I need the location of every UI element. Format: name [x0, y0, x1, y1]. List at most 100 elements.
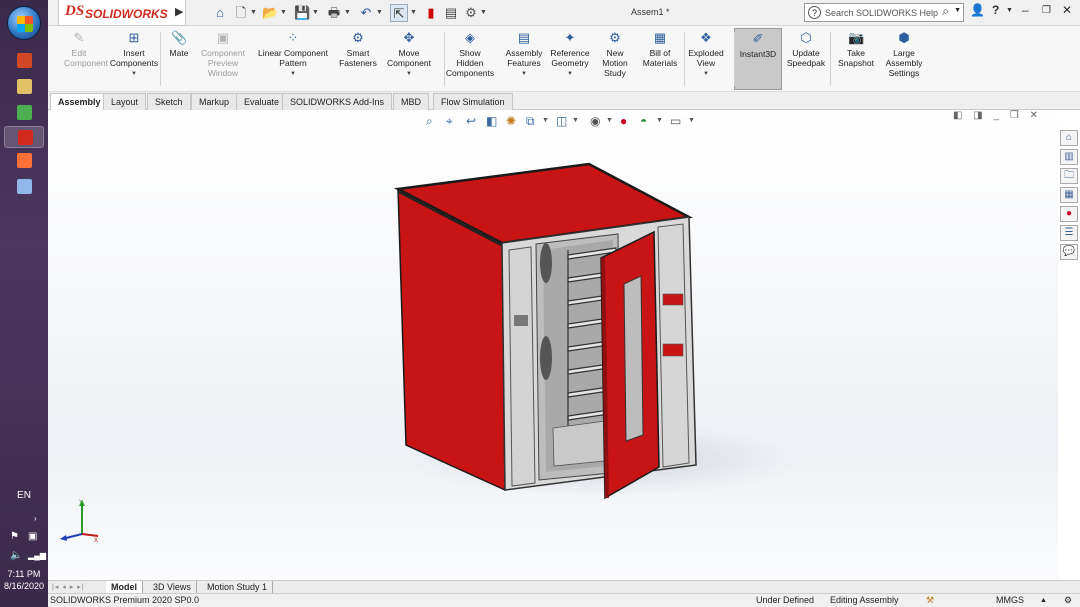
- file-properties-icon[interactable]: ▤: [444, 4, 458, 22]
- forum-icon[interactable]: 💬: [1060, 244, 1078, 260]
- tab-markup[interactable]: Markup: [191, 93, 238, 110]
- previous-view-icon[interactable]: ↩: [466, 114, 476, 128]
- show-hidden-icons-icon[interactable]: ›: [34, 514, 37, 523]
- hide-show-items-icon[interactable]: ◉: [590, 114, 600, 128]
- large-assembly-settings-button[interactable]: ⬢ Large Assembly Settings: [882, 28, 926, 90]
- hide-show-dropdown-icon[interactable]: ▼: [606, 117, 613, 124]
- taskbar-app-chrome[interactable]: [4, 102, 44, 124]
- help-dropdown-icon[interactable]: ▼: [1006, 7, 1013, 14]
- user-icon[interactable]: 👤: [970, 3, 985, 17]
- select-dropdown-icon[interactable]: ▼: [410, 4, 417, 22]
- units-dropdown-icon[interactable]: ▲: [1040, 594, 1047, 607]
- print-dropdown-icon[interactable]: ▼: [344, 4, 351, 22]
- flag-icon[interactable]: ⚑: [10, 531, 19, 542]
- instant3d-button[interactable]: ✐ Instant3D: [734, 28, 782, 90]
- language-indicator[interactable]: EN: [0, 490, 48, 501]
- search-icon[interactable]: ⌕: [942, 4, 949, 19]
- undo-dropdown-icon[interactable]: ▼: [376, 4, 383, 22]
- restore-icon[interactable]: ❐: [1042, 5, 1051, 16]
- take-snapshot-button[interactable]: 📷 Take Snapshot: [836, 28, 876, 90]
- panel-left-icon[interactable]: ◧: [953, 110, 962, 121]
- viewport-minimize-icon[interactable]: _: [994, 110, 1000, 121]
- print-icon[interactable]: 🖶: [326, 4, 342, 22]
- view-orientation-icon[interactable]: ⧉: [526, 114, 535, 129]
- view-settings-dropdown-icon[interactable]: ▼: [688, 117, 695, 124]
- taskbar-app-solidworks[interactable]: [4, 126, 44, 148]
- start-button[interactable]: [7, 6, 41, 40]
- show-hidden-components-button[interactable]: ◈ Show Hidden Components: [444, 28, 496, 90]
- taskbar-app-powerpoint[interactable]: [4, 50, 44, 72]
- volume-icon[interactable]: 🔈: [10, 550, 22, 561]
- bill-of-materials-button[interactable]: ▦ Bill of Materials: [640, 28, 680, 90]
- section-view-icon[interactable]: ◧: [486, 114, 497, 128]
- new-motion-study-button[interactable]: ⚙ New Motion Study: [598, 28, 632, 90]
- update-speedpak-button[interactable]: ⬡ Update Speedpak: [784, 28, 828, 90]
- menu-expand-arrow-icon[interactable]: ▶: [175, 5, 185, 21]
- options-gear-icon[interactable]: ⚙: [464, 4, 478, 22]
- control-lower[interactable]: [662, 343, 684, 357]
- options-dropdown-icon[interactable]: ▼: [480, 4, 487, 22]
- undo-icon[interactable]: ↶: [358, 4, 374, 22]
- reference-geometry-button[interactable]: ✦ Reference Geometry ▼: [548, 28, 592, 90]
- tab-evaluate[interactable]: Evaluate: [236, 93, 288, 110]
- appearances-icon[interactable]: ●: [1060, 206, 1078, 222]
- tab-flow-simulation[interactable]: Flow Simulation: [433, 93, 513, 110]
- apply-scene-icon[interactable]: ◓: [640, 114, 647, 128]
- display-style-dropdown-icon[interactable]: ▼: [572, 117, 579, 124]
- custom-properties-icon[interactable]: ☰: [1060, 225, 1078, 241]
- close-icon[interactable]: ✕: [1062, 3, 1072, 17]
- status-notification-icon[interactable]: ⚙: [1064, 594, 1072, 607]
- home-icon[interactable]: ⌂: [212, 4, 228, 22]
- file-explorer-icon[interactable]: 🗀: [1060, 168, 1078, 184]
- tab-scroll-arrows-icon[interactable]: |◂ ◂ ▸ ▸|: [52, 583, 85, 591]
- cabinet-model[interactable]: [48, 110, 1058, 580]
- control-upper[interactable]: [662, 293, 684, 306]
- status-units[interactable]: MMGS: [996, 594, 1024, 607]
- apply-scene-dropdown-icon[interactable]: ▼: [656, 117, 663, 124]
- dropdown-arrow-icon[interactable]: ▼: [502, 69, 546, 79]
- rebuild-status-icon[interactable]: ⚒: [926, 594, 934, 607]
- dropdown-arrow-icon[interactable]: ▼: [684, 69, 728, 79]
- zoom-to-fit-icon[interactable]: ⌕: [426, 114, 433, 129]
- mate-button[interactable]: 📎 Mate: [166, 28, 192, 90]
- tab-solidworks-add-ins[interactable]: SOLIDWORKS Add-Ins: [282, 93, 393, 110]
- new-dropdown-icon[interactable]: ▼: [250, 4, 257, 22]
- solidworks-resources-icon[interactable]: ⌂: [1060, 130, 1078, 146]
- graphics-area[interactable]: ⌕ ⌖ ↩ ◧ ✺ ⧉ ▼ ◫ ▼ ◉ ▼ ● ◓ ▼ ▭ ▼ ◧ ◨ _ ❐ …: [48, 110, 1058, 580]
- taskbar-app-firefox[interactable]: [4, 150, 44, 172]
- tab-layout[interactable]: Layout: [103, 93, 147, 110]
- linear-component-pattern-button[interactable]: ⁘ Linear Component Pattern ▼: [252, 28, 334, 90]
- insert-components-button[interactable]: ⊞ Insert Components ▼: [106, 28, 162, 90]
- taskbar-app-file-explorer[interactable]: [4, 76, 44, 98]
- network-icon[interactable]: ▂▄▆: [28, 551, 46, 560]
- open-folder-icon[interactable]: 📂: [262, 4, 278, 22]
- display-style-icon[interactable]: ◫: [556, 114, 567, 128]
- solidworks-logo[interactable]: DS SOLIDWORKS: [58, 0, 186, 26]
- move-component-button[interactable]: ✥ Move Component ▼: [382, 28, 436, 90]
- save-icon[interactable]: 💾: [294, 4, 310, 22]
- open-dropdown-icon[interactable]: ▼: [280, 4, 287, 22]
- zoom-to-area-icon[interactable]: ⌖: [446, 114, 453, 129]
- help-icon[interactable]: ?: [992, 3, 999, 17]
- tab-sketch[interactable]: Sketch: [147, 93, 191, 110]
- tab-mbd[interactable]: MBD: [393, 93, 429, 110]
- edit-appearance-icon[interactable]: ●: [620, 114, 627, 128]
- dynamic-annotation-icon[interactable]: ✺: [506, 114, 516, 128]
- viewport-close-icon[interactable]: ✕: [1030, 110, 1038, 121]
- edit-component-button[interactable]: ✎ Edit Component: [64, 28, 108, 90]
- view-palette-icon[interactable]: ▦: [1060, 187, 1078, 203]
- rebuild-icon[interactable]: ▮: [424, 4, 438, 22]
- minimize-icon[interactable]: –: [1022, 3, 1029, 17]
- view-orientation-dropdown-icon[interactable]: ▼: [542, 117, 549, 124]
- tab-assembly[interactable]: Assembly: [50, 93, 109, 110]
- new-document-icon[interactable]: 🗋: [234, 4, 248, 22]
- view-settings-icon[interactable]: ▭: [670, 114, 681, 128]
- select-pointer-icon[interactable]: ⇱: [390, 4, 408, 22]
- dropdown-arrow-icon[interactable]: ▼: [548, 69, 592, 79]
- design-library-icon[interactable]: ▥: [1060, 149, 1078, 165]
- search-dropdown-icon[interactable]: ▼: [954, 7, 961, 14]
- assembly-features-button[interactable]: ▤ Assembly Features ▼: [502, 28, 546, 90]
- dropdown-arrow-icon[interactable]: ▼: [106, 69, 162, 79]
- viewport-restore-icon[interactable]: ❐: [1010, 110, 1019, 121]
- search-help-field[interactable]: ? Search SOLIDWORKS Help ⌕ ▼: [804, 3, 964, 22]
